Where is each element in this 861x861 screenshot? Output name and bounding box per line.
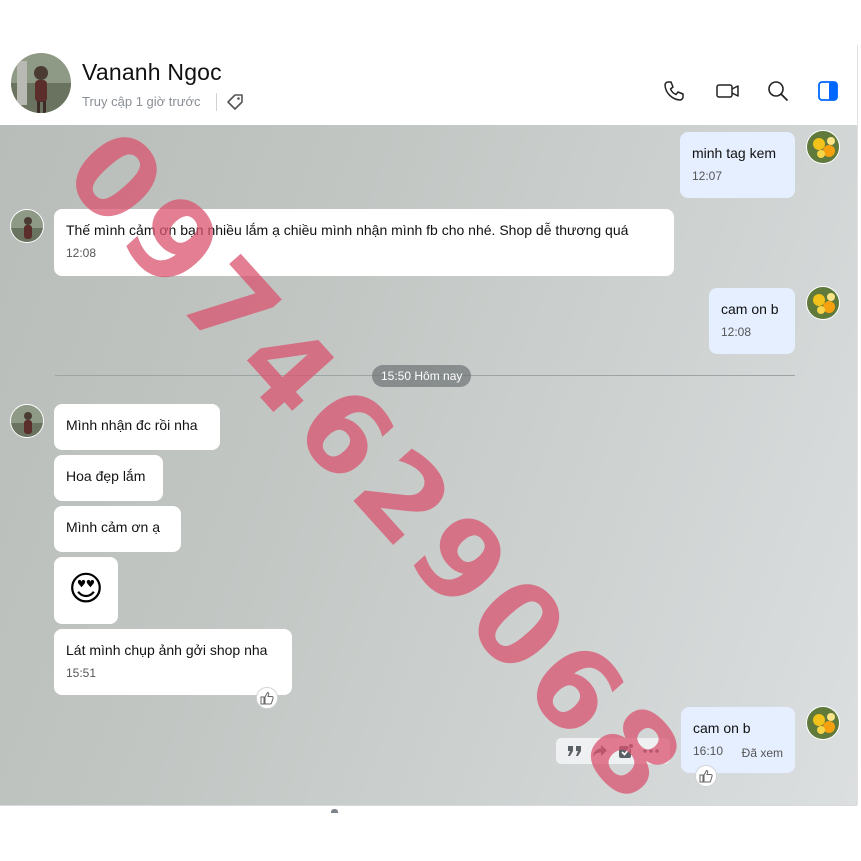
message-text: Mình cảm ơn ạ: [66, 519, 160, 535]
message-text: cam on b: [721, 301, 779, 317]
message-bubble-sent[interactable]: cam on b 12:08: [709, 288, 795, 354]
task-check-icon[interactable]: [617, 742, 635, 760]
contact-avatar-small[interactable]: [10, 209, 44, 243]
message-time: 12:08: [66, 246, 97, 260]
message-bubble-received[interactable]: Mình nhận đc rồi nha: [54, 404, 220, 450]
message-text: cam on b: [693, 720, 751, 736]
thumbs-up-icon: [699, 769, 713, 783]
scroll-indicator: [331, 809, 338, 813]
right-border: [857, 45, 858, 805]
message-time: 15:51: [66, 666, 97, 680]
last-seen-status: Truy cập 1 giờ trước: [82, 94, 201, 109]
tag-icon[interactable]: [225, 92, 245, 112]
forward-icon[interactable]: [591, 742, 609, 760]
seen-status: Đã xem: [741, 746, 783, 760]
message-time: 12:07: [692, 169, 723, 183]
message-bubble-received[interactable]: Mình cảm ơn ạ: [54, 506, 181, 552]
video-call-icon[interactable]: [715, 79, 739, 103]
message-action-toolbar: [556, 738, 670, 764]
contact-avatar-small[interactable]: [10, 404, 44, 438]
message-bubble-received[interactable]: Lát mình chụp ảnh gởi shop nha 15:51: [54, 629, 292, 695]
message-bubble-sent[interactable]: minh tag kem 12:07: [680, 132, 795, 198]
message-time: 12:08: [721, 325, 752, 339]
contact-avatar[interactable]: [11, 53, 71, 113]
message-bubble-emoji[interactable]: 😍: [54, 557, 118, 624]
like-reaction-button[interactable]: [256, 687, 278, 709]
my-avatar[interactable]: [806, 286, 840, 320]
composer-divider: [0, 805, 857, 806]
message-text: minh tag kem: [692, 145, 777, 161]
heart-eyes-emoji: 😍: [68, 570, 104, 608]
like-reaction-button[interactable]: [695, 765, 717, 787]
message-bubble-received[interactable]: Thế mình cảm ơn bạn nhiều lắm ạ chiều mì…: [54, 209, 674, 276]
my-avatar[interactable]: [806, 706, 840, 740]
message-text: Lát mình chụp ảnh gởi shop nha: [66, 642, 268, 658]
quote-icon[interactable]: [566, 742, 584, 760]
date-divider-label: 15:50 Hôm nay: [372, 365, 472, 387]
phone-icon[interactable]: [662, 79, 686, 103]
message-text: Mình nhận đc rồi nha: [66, 417, 198, 433]
more-options-icon[interactable]: [642, 742, 660, 760]
message-bubble-received[interactable]: Hoa đẹp lắm: [54, 455, 163, 501]
contact-name: Vananh Ngoc: [82, 59, 222, 85]
thumbs-up-icon: [260, 691, 274, 705]
search-icon[interactable]: [766, 79, 790, 103]
chat-area[interactable]: minh tag kem 12:07 Thế mình cảm ơn bạn n…: [0, 125, 857, 805]
header-separator: [216, 93, 217, 111]
chat-header: Vananh Ngoc Truy cập 1 giờ trước: [0, 45, 857, 126]
my-avatar[interactable]: [806, 130, 840, 164]
message-text: Thế mình cảm ơn bạn nhiều lắm ạ chiều mì…: [66, 222, 629, 238]
message-text: Hoa đẹp lắm: [66, 468, 146, 484]
sidebar-toggle-icon[interactable]: [816, 79, 840, 103]
message-bubble-sent[interactable]: cam on b 16:10 Đã xem: [681, 707, 795, 773]
